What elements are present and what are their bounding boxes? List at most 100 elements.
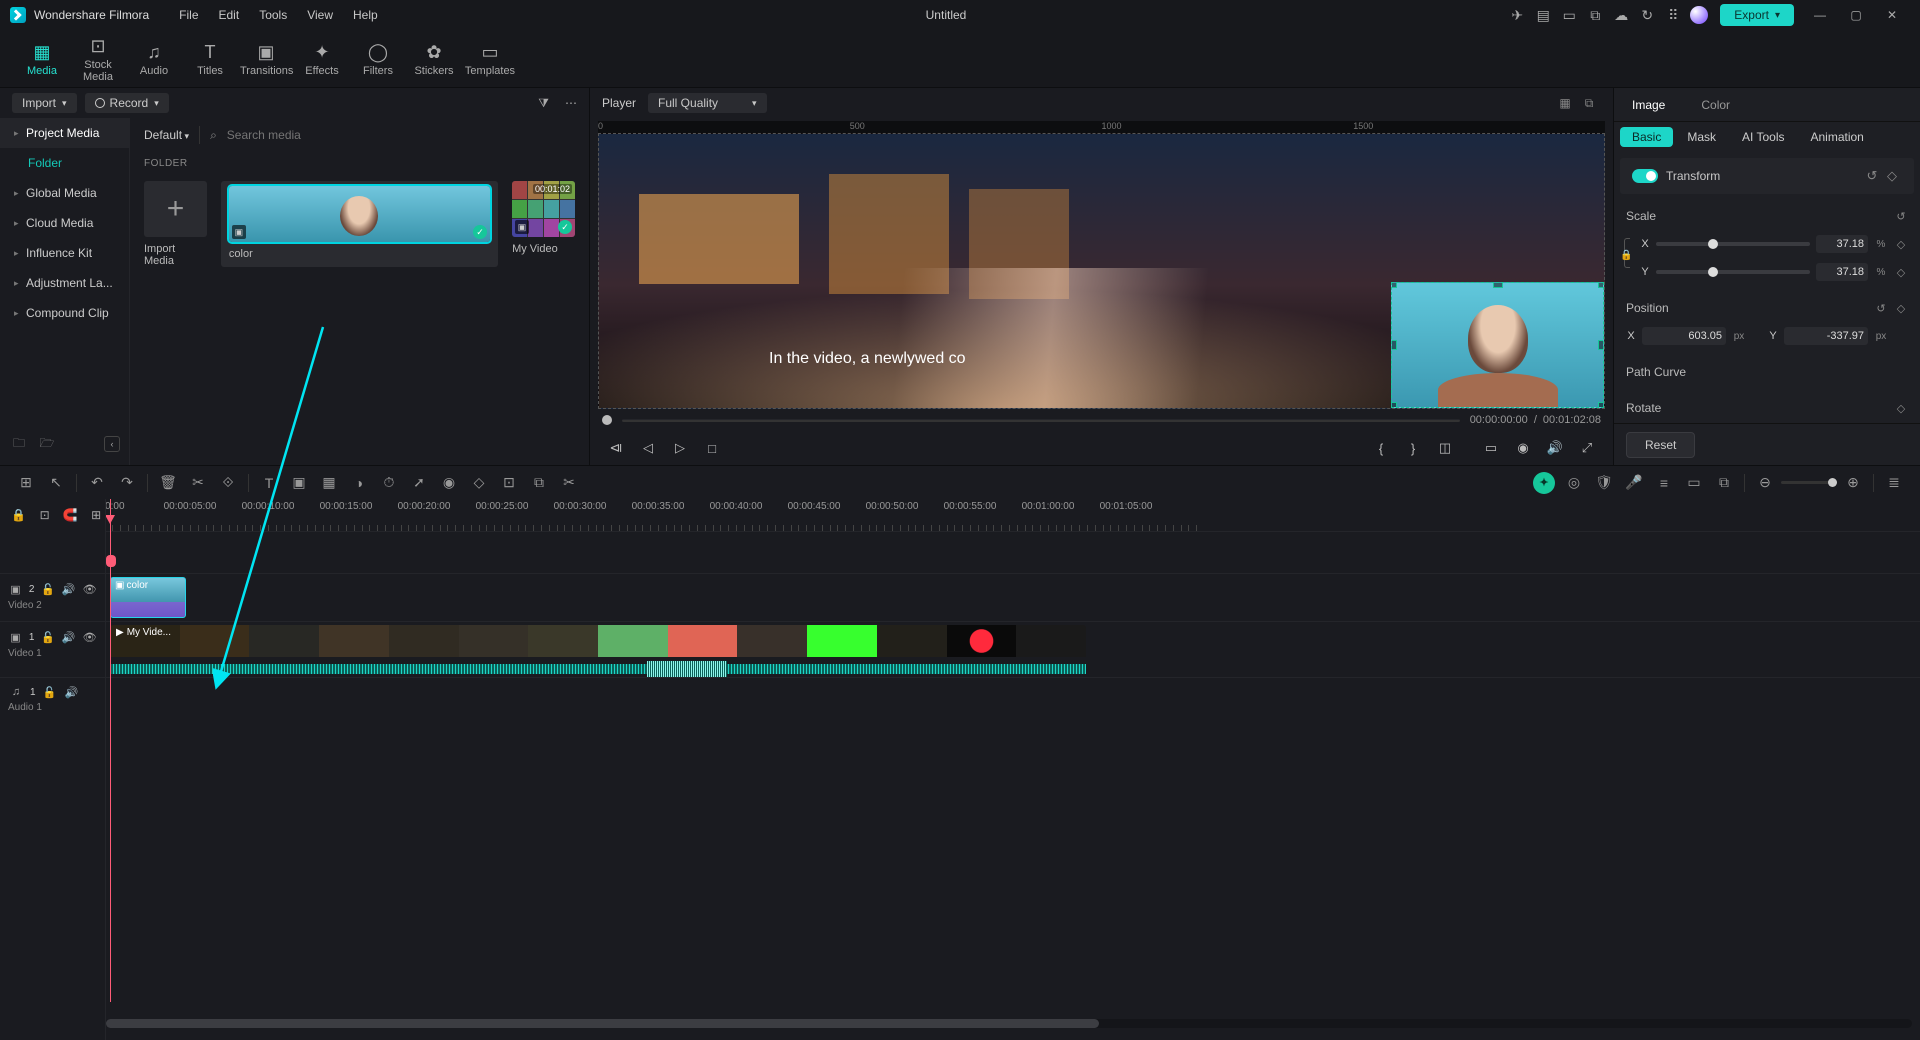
correct-icon[interactable]: ➚ xyxy=(405,469,433,497)
text-icon[interactable]: T xyxy=(255,469,283,497)
grid-view-icon[interactable]: ▦ xyxy=(1553,91,1577,115)
shield-icon[interactable]: 🛡 xyxy=(1590,469,1618,497)
scale-y-slider[interactable] xyxy=(1656,270,1810,274)
record-button[interactable]: Record xyxy=(85,93,169,113)
visible-icon[interactable]: 👁 xyxy=(82,581,97,597)
category-stickers[interactable]: ✿Stickers xyxy=(408,41,460,77)
undo-icon[interactable]: ↶ xyxy=(83,469,111,497)
pip-overlay[interactable] xyxy=(1391,282,1604,408)
tag-icon[interactable]: ◇ xyxy=(465,469,493,497)
scrub-track[interactable] xyxy=(622,419,1460,422)
timeline-scrollbar[interactable] xyxy=(106,1019,1912,1028)
collapse-sidebar-icon[interactable]: ‹ xyxy=(104,436,120,452)
reset-icon[interactable]: ↺ xyxy=(1874,301,1888,315)
import-button[interactable]: Import xyxy=(12,93,77,113)
subtab-mask[interactable]: Mask xyxy=(1675,127,1728,147)
apps-icon[interactable]: ⠿ xyxy=(1660,2,1686,28)
category-media[interactable]: ▦Media xyxy=(16,41,68,77)
audio-icon[interactable]: 🔊 xyxy=(1541,434,1569,462)
track-type-icon[interactable]: ▣ xyxy=(8,581,23,597)
keyframe-icon[interactable]: ◇ xyxy=(1894,237,1908,251)
subtab-basic[interactable]: Basic xyxy=(1620,127,1673,147)
scale-x-slider[interactable] xyxy=(1656,242,1810,246)
lock-icon[interactable]: 🔓 xyxy=(42,684,58,700)
cursor-icon[interactable]: ↖ xyxy=(42,469,70,497)
delete-icon[interactable]: 🗑 xyxy=(154,469,182,497)
sort-default[interactable]: Default xyxy=(144,128,189,142)
track-audio1[interactable] xyxy=(106,677,1920,717)
zoom-in-icon[interactable]: ⊕ xyxy=(1839,469,1867,497)
pos-x-input[interactable] xyxy=(1642,327,1726,345)
track-type-icon[interactable]: ▣ xyxy=(8,629,23,645)
more-icon[interactable]: ⋯ xyxy=(565,96,577,110)
track-video1[interactable]: ▶ My Vide... xyxy=(106,621,1920,677)
close-icon[interactable]: ✕ xyxy=(1874,0,1910,30)
crop-icon[interactable]: ⟐ xyxy=(214,469,242,497)
subtab-animation[interactable]: Animation xyxy=(1798,127,1875,147)
media-thumb-color[interactable]: ▣✓color xyxy=(221,181,498,267)
keyframe-icon[interactable]: ◇ xyxy=(1894,401,1908,415)
zoom-out-icon[interactable]: ⊖ xyxy=(1751,469,1779,497)
menu-file[interactable]: File xyxy=(169,0,208,30)
new-folder-icon[interactable]: 🗀 xyxy=(10,435,28,453)
media-thumb-my-video[interactable]: ▣00:01:02✓My Video xyxy=(512,181,575,267)
color-icon[interactable]: ◑ xyxy=(345,469,373,497)
tl-link-icon[interactable]: ⊡ xyxy=(36,506,54,524)
track-type-icon[interactable]: ♫ xyxy=(8,684,24,700)
resize-handle[interactable] xyxy=(1598,282,1604,288)
menu-help[interactable]: Help xyxy=(343,0,388,30)
filter-icon[interactable]: ⧩ xyxy=(538,96,549,111)
tab-image[interactable]: Image xyxy=(1614,88,1683,121)
sidebar-item-global-media[interactable]: ▸Global Media xyxy=(0,178,129,208)
menu-tools[interactable]: Tools xyxy=(249,0,297,30)
group-icon[interactable]: ⊡ xyxy=(495,469,523,497)
meter-icon[interactable]: ≡ xyxy=(1650,469,1678,497)
fullscreen-icon[interactable]: ⤢ xyxy=(1573,434,1601,462)
timeline-ruler[interactable]: 00:0000:00:05:0000:00:10:0000:00:15:0000… xyxy=(106,499,1920,531)
snapshot-icon[interactable]: ◉ xyxy=(1509,434,1537,462)
search-input[interactable] xyxy=(227,128,575,142)
mute-icon[interactable]: 🔊 xyxy=(61,581,76,597)
sidebar-item-compound-clip[interactable]: ▸Compound Clip xyxy=(0,298,129,328)
crop-icon[interactable]: ◫ xyxy=(1431,434,1459,462)
category-titles[interactable]: TTitles xyxy=(184,41,236,77)
stack-icon[interactable]: ⧉ xyxy=(525,469,553,497)
minimize-icon[interactable]: — xyxy=(1802,0,1838,30)
lock-icon[interactable]: 🔓 xyxy=(40,629,55,645)
link-icon[interactable]: ⧉ xyxy=(1710,469,1738,497)
reset-button[interactable]: Reset xyxy=(1626,432,1695,458)
sidebar-item-project-media[interactable]: ▸Project Media xyxy=(0,118,129,148)
menu-edit[interactable]: Edit xyxy=(209,0,250,30)
playhead[interactable] xyxy=(110,499,111,1002)
speed-icon[interactable]: ⏱ xyxy=(375,469,403,497)
sidebar-item-adjustment-la---[interactable]: ▸Adjustment La... xyxy=(0,268,129,298)
mark-in-icon[interactable]: { xyxy=(1367,434,1395,462)
cloud-icon[interactable]: ☁ xyxy=(1608,2,1634,28)
keyframe-tl-icon[interactable]: ◉ xyxy=(435,469,463,497)
marker-icon[interactable]: ◎ xyxy=(1560,469,1588,497)
lock-icon[interactable]: 🔒 xyxy=(1620,250,1632,261)
clip-color[interactable]: ▣ color xyxy=(110,577,186,618)
refresh-icon[interactable]: ↻ xyxy=(1634,2,1660,28)
tl-lock-icon[interactable]: 🔒 xyxy=(10,506,28,524)
play-rev-icon[interactable]: ◁ xyxy=(634,434,662,462)
display-out-icon[interactable]: ▭ xyxy=(1477,434,1505,462)
screens-icon[interactable]: ⧉ xyxy=(1582,2,1608,28)
cut-icon[interactable]: ✂ xyxy=(184,469,212,497)
scale-icon[interactable]: ▣ xyxy=(285,469,313,497)
output-icon[interactable]: ▭ xyxy=(1680,469,1708,497)
mute-icon[interactable]: 🔊 xyxy=(61,629,76,645)
sidebar-item-cloud-media[interactable]: ▸Cloud Media xyxy=(0,208,129,238)
reset-scale-icon[interactable]: ↺ xyxy=(1894,209,1908,223)
category-audio[interactable]: ♫Audio xyxy=(128,41,180,77)
scale-x-input[interactable] xyxy=(1816,235,1868,253)
stop-icon[interactable]: □ xyxy=(698,434,726,462)
keyframe-icon[interactable]: ◇ xyxy=(1882,166,1902,186)
export-button[interactable]: Export xyxy=(1720,4,1794,26)
subtab-ai[interactable]: AI Tools xyxy=(1730,127,1796,147)
tl-snap-icon[interactable]: ⊞ xyxy=(87,506,105,524)
mute-icon[interactable]: 🔊 xyxy=(64,684,80,700)
keyframe-icon[interactable]: ◇ xyxy=(1894,265,1908,279)
resize-handle[interactable] xyxy=(1391,402,1397,408)
media-thumb-import-media[interactable]: +Import Media xyxy=(144,181,207,267)
